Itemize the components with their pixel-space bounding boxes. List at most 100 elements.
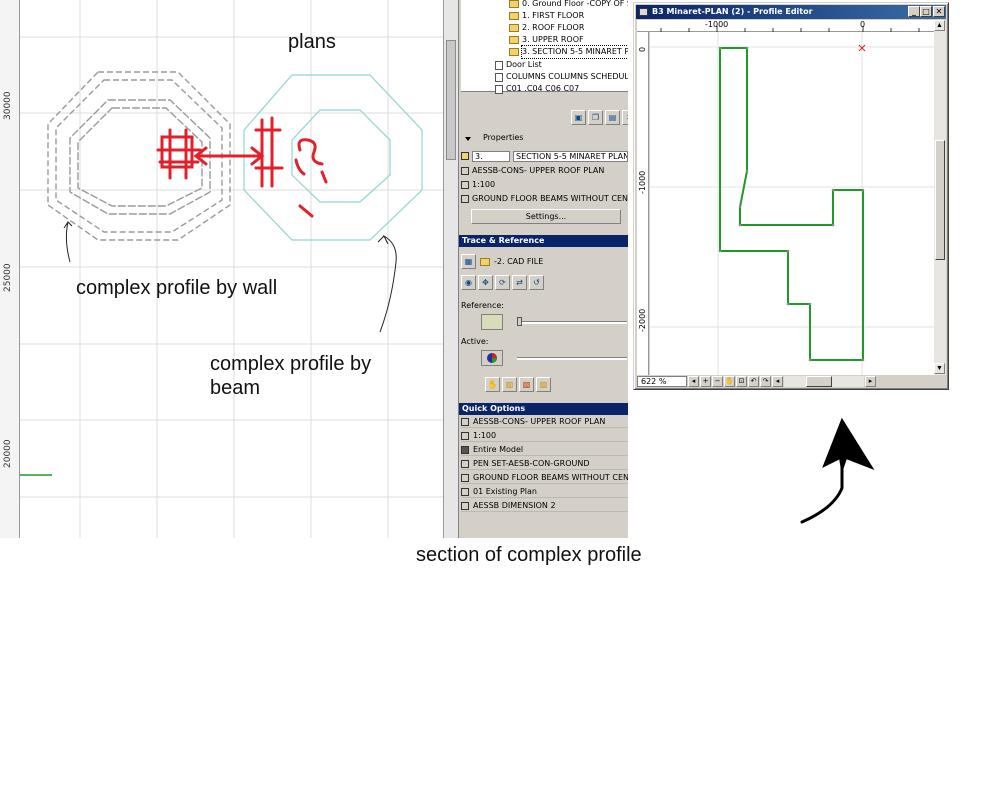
scroll-down-icon[interactable]: ▼ <box>934 363 945 374</box>
fit-window-icon[interactable]: ⊡ <box>736 376 747 387</box>
quick-option-layer[interactable]: AESSB-CONS- UPPER ROOF PLAN <box>461 416 628 428</box>
editor-scroll-thumb[interactable] <box>935 140 945 260</box>
plan-scroll-thumb[interactable] <box>446 40 456 160</box>
tree-item-roof-floor[interactable]: 2. ROOF FLOOR <box>509 22 584 34</box>
ruler-label-20000: 20000 <box>3 439 13 468</box>
tree-item-first-floor[interactable]: 1. FIRST FLOOR <box>509 10 584 22</box>
trace-source[interactable]: -2. CAD FILE <box>494 257 543 266</box>
left-ruler-label-0: 0 <box>638 46 647 52</box>
quick-option-renovation[interactable]: 01 Existing Plan <box>461 486 628 498</box>
folder-icon <box>509 0 519 8</box>
trace-toolbar: ◉ ✥ ⟳ ⇄ ↺ <box>461 275 544 290</box>
close-button[interactable]: ✕ <box>933 6 945 17</box>
layer-icon <box>461 167 469 175</box>
scroll-up-icon[interactable]: ▲ <box>934 20 945 31</box>
reference-color-swatch[interactable] <box>481 314 503 330</box>
navigator-tree: 0. Ground Floor -COPY OF S 1. FIRST FLOO… <box>461 0 628 95</box>
editor-left-ruler: 0 -1000 -2000 <box>637 32 649 375</box>
next-zoom-icon[interactable]: ↷ <box>760 376 771 387</box>
settings-button[interactable]: Settings... <box>471 209 621 224</box>
clone-folder-button[interactable]: ❐ <box>588 110 603 125</box>
tree-item-section-5-5[interactable]: 3. SECTION 5-5 MINARET PL <box>509 45 628 59</box>
structure-value: GROUND FLOOR BEAMS WITHOUT CENT <box>472 194 628 203</box>
plan-vertical-scrollbar[interactable] <box>443 0 458 538</box>
trace-toggle-button[interactable]: ▦ <box>461 254 476 269</box>
quick-option-structure[interactable]: GROUND FLOOR BEAMS WITHOUT CENTI <box>461 472 628 484</box>
tree-item-upper-roof[interactable]: 3. UPPER ROOF <box>509 34 584 46</box>
scroll-right-icon[interactable]: ▸ <box>865 376 876 387</box>
compare-mode-button[interactable]: ▨ <box>536 377 551 392</box>
trace-move-button[interactable]: ✥ <box>478 275 493 290</box>
list-icon <box>495 60 503 70</box>
quick-option-model[interactable]: Entire Model <box>461 444 628 456</box>
properties-header: Properties <box>483 133 524 142</box>
trace-reset-button[interactable]: ↺ <box>529 275 544 290</box>
dimension-icon <box>461 501 469 510</box>
split-mode-button[interactable]: ▧ <box>519 377 534 392</box>
maximize-button[interactable]: □ <box>920 6 932 17</box>
active-label: Active: <box>461 337 489 346</box>
trace-rotate-button[interactable]: ⟳ <box>495 275 510 290</box>
editor-statusbar: 622 % ◂ + − ✋ ⊡ ↶ ↷ ◂ ▸ <box>637 375 946 388</box>
top-ruler-label-0: 0 <box>860 20 866 29</box>
editor-horizontal-scrollbar[interactable] <box>784 376 864 387</box>
window-icon <box>639 8 648 16</box>
previous-zoom-icon[interactable]: ↶ <box>748 376 759 387</box>
ruler-label-25000: 25000 <box>3 263 13 292</box>
profile-canvas[interactable] <box>650 32 934 375</box>
zoom-field[interactable]: 622 % <box>637 376 687 387</box>
plan-grid <box>20 0 443 538</box>
structure-icon <box>461 473 469 482</box>
reference-slider[interactable] <box>517 321 627 324</box>
navigator-palette: 0. Ground Floor -COPY OF S 1. FIRST FLOO… <box>458 0 628 538</box>
property-scale-row[interactable]: 1:100 <box>461 179 628 191</box>
scroll-left-icon[interactable]: ◂ <box>772 376 783 387</box>
tree-item-ground-floor[interactable]: 0. Ground Floor -COPY OF S <box>509 0 628 10</box>
view-name-field[interactable]: SECTION 5-5 MINARET PLAN <box>513 150 628 162</box>
editor-hscroll-thumb[interactable] <box>806 376 832 387</box>
plans-annotation: plans <box>288 31 336 53</box>
scale-icon <box>461 431 469 440</box>
quick-option-scale[interactable]: 1:100 <box>461 430 628 442</box>
left-ruler-label-minus-1000: -1000 <box>638 170 647 194</box>
delete-button[interactable]: ✕ <box>622 110 628 125</box>
active-slider[interactable] <box>517 357 627 360</box>
tree-item-door-list[interactable]: Door List <box>495 59 542 71</box>
floor-plan-canvas[interactable]: 30000 25000 20000 <box>0 0 443 538</box>
property-structure-row[interactable]: GROUND FLOOR BEAMS WITHOUT CENT <box>461 193 628 205</box>
trace-swap-button[interactable]: ⇄ <box>512 275 527 290</box>
quick-options-header: Quick Options <box>459 403 628 415</box>
active-color-swatch[interactable] <box>481 350 503 366</box>
structure-icon <box>461 195 469 203</box>
properties-collapse-icon[interactable] <box>465 137 471 141</box>
view-id-field[interactable]: 3. <box>472 150 510 162</box>
new-view-button[interactable]: ▣ <box>571 110 586 125</box>
model-icon <box>461 445 469 454</box>
zoom-out-icon[interactable]: − <box>712 376 723 387</box>
hand-icon[interactable]: ✋ <box>485 377 500 392</box>
pan-hand-icon[interactable]: ✋ <box>724 376 735 387</box>
editor-top-ruler: -1000 0 <box>637 20 934 32</box>
color-wheel-icon <box>487 353 497 363</box>
scale-value: 1:100 <box>472 180 496 189</box>
navigator-toolbar: ▣ ❐ ▤ ✕ <box>571 110 628 125</box>
trace-show-button[interactable]: ◉ <box>461 275 476 290</box>
zoom-in-icon[interactable]: + <box>700 376 711 387</box>
ruler-label-30000: 30000 <box>3 91 13 120</box>
zoom-dropdown-icon[interactable]: ◂ <box>688 376 699 387</box>
profile-editor-titlebar[interactable]: B3 Minaret-PLAN (2) - Profile Editor _ □… <box>636 5 946 19</box>
minimize-button[interactable]: _ <box>908 6 920 17</box>
reference-slider-knob[interactable] <box>517 317 522 326</box>
quick-option-dimension[interactable]: AESSB DIMENSION 2 <box>461 500 628 512</box>
reference-label: Reference: <box>461 301 504 310</box>
renovation-icon <box>461 487 469 496</box>
editor-vertical-scrollbar[interactable]: ▲ ▼ <box>934 20 946 375</box>
tree-item-columns-schedule[interactable]: COLUMNS COLUMNS SCHEDULE <box>495 71 628 83</box>
quick-option-pen-set[interactable]: PEN SET-AESB-CON-GROUND <box>461 458 628 470</box>
folder-icon <box>509 12 519 20</box>
vertical-ruler: 30000 25000 20000 <box>0 0 20 538</box>
tree-item-c01[interactable]: C01 .C04 C06 C07 <box>495 83 579 95</box>
overlay-mode-button[interactable]: ▥ <box>502 377 517 392</box>
property-layer-row[interactable]: AESSB-CONS- UPPER ROOF PLAN <box>461 165 628 177</box>
folder-button[interactable]: ▤ <box>605 110 620 125</box>
